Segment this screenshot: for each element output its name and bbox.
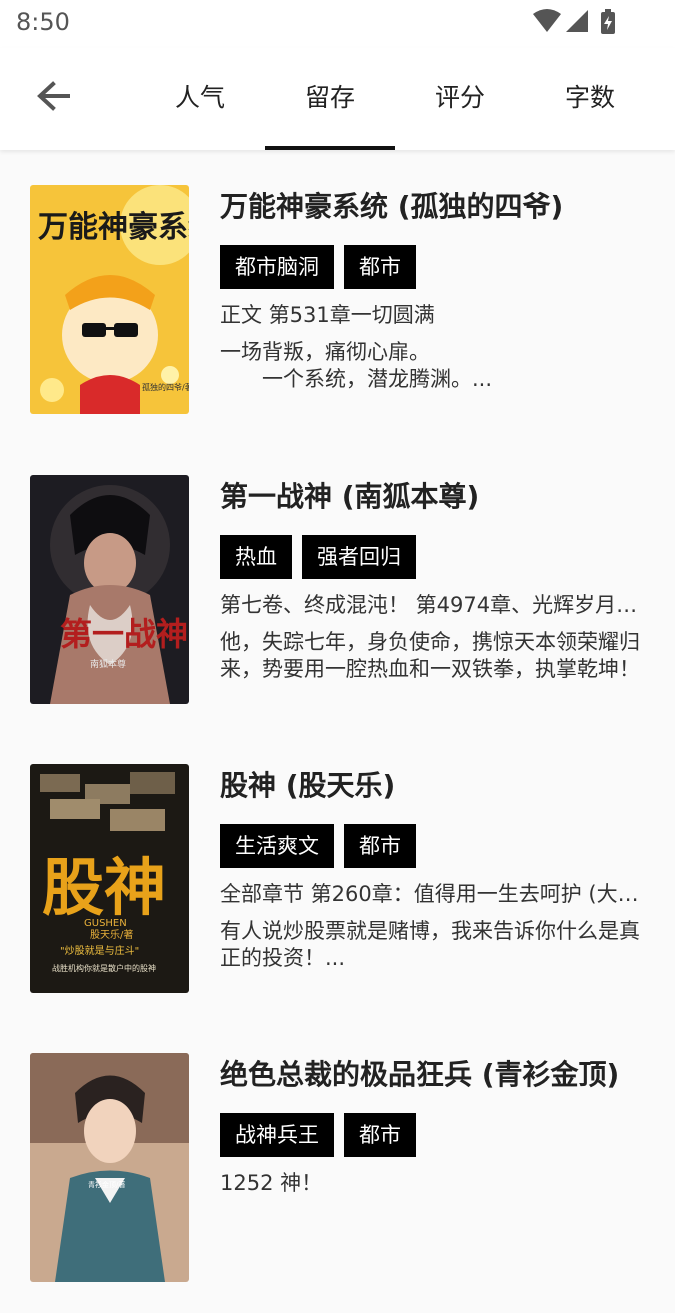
signal-icon xyxy=(566,10,588,32)
book-tag[interactable]: 生活爽文 xyxy=(220,824,334,868)
cover-slogan-art: "炒股就是与庄斗" xyxy=(60,944,139,957)
status-icons xyxy=(533,8,623,38)
book-description: 有人说炒股票就是赌博，我来告诉你什么是真正的投资！... xyxy=(220,919,640,970)
book-list-item[interactable]: 万能神豪系统 孤独的四爷/著 万能神豪系统 (孤独的四爷) 都市脑洞都市 正文 … xyxy=(0,185,675,445)
book-info: 第一战神 (南狐本尊) 热血 强者回归 第七卷、终成混沌！ 第4974章、光辉岁月… xyxy=(220,475,645,683)
book-title: 绝色总裁的极品狂兵 (青衫金顶) xyxy=(220,1058,620,1091)
cover-title-art: 第一战神 xyxy=(60,615,188,653)
book-description: 他，失踪七年，身负使命，携惊天本领荣耀归来，势要用一腔热血和一双铁拳，执掌乾坤！ xyxy=(220,630,640,681)
book-tags: 都市脑洞 都市 xyxy=(220,245,645,289)
book-info: 万能神豪系统 (孤独的四爷) 都市脑洞 都市 正文 第531章一切圆满 一场背叛，… xyxy=(220,185,645,393)
cover-author-art: 南狐本尊 xyxy=(90,658,126,670)
book-list-item[interactable]: 第一战神 南狐本尊 第一战神 (南狐本尊) 热血 强者回归 第七卷、终成混沌！ 第… xyxy=(0,475,675,735)
book-tag[interactable]: 都市 xyxy=(344,1113,416,1157)
book-tags: 战神兵王 都市 xyxy=(220,1113,645,1157)
tab-retention[interactable]: 留存 xyxy=(265,48,395,150)
book-info: 股神 (股天乐) 生活爽文 都市 全部章节 第260章：值得用一生去呵护 (大结局… xyxy=(220,764,645,972)
cover-title-art: 股神 xyxy=(42,851,166,924)
book-title: 万能神豪系统 (孤独的四爷) xyxy=(220,190,564,223)
wifi-icon xyxy=(533,9,561,32)
latest-chapter: 1252 神！ xyxy=(220,1171,323,1195)
book-tag[interactable]: 热血 xyxy=(220,535,292,579)
back-button[interactable] xyxy=(28,70,80,122)
book-list-item[interactable]: 青衫金顶/著 绝色总裁的极品狂兵 (青衫金顶) 战神兵王 都市 1252 神！ xyxy=(0,1053,675,1313)
app-bar: 人气 留存 评分 字数 xyxy=(0,48,675,150)
book-cover[interactable]: 青衫金顶/著 xyxy=(30,1053,189,1282)
cover-author-art: 青衫金顶/著 xyxy=(88,1180,125,1189)
book-title: 股神 (股天乐) xyxy=(220,769,396,802)
book-tag[interactable]: 都市 xyxy=(344,824,416,868)
cover-tagline-art: 战胜机构你就是散户中的股神 xyxy=(52,963,156,973)
latest-chapter: 第七卷、终成混沌！ 第4974章、光辉岁月（大结局） xyxy=(220,593,645,617)
tab-word-count[interactable]: 字数 xyxy=(525,48,655,150)
cover-author-art: 孤独的四爷/著 xyxy=(142,382,189,392)
cover-title-art: 万能神豪系统 xyxy=(38,210,189,245)
book-tags: 生活爽文 都市 xyxy=(220,824,645,868)
battery-icon xyxy=(601,9,615,34)
cover-subtitle-art: GUSHEN xyxy=(84,918,127,929)
status-bar: 8:50 xyxy=(0,0,675,48)
book-info: 绝色总裁的极品狂兵 (青衫金顶) 战神兵王 都市 1252 神！ xyxy=(220,1053,645,1199)
book-tag[interactable]: 都市 xyxy=(344,245,416,289)
book-title: 第一战神 (南狐本尊) xyxy=(220,480,480,513)
tab-rating[interactable]: 评分 xyxy=(395,48,525,150)
tab-popularity[interactable]: 人气 xyxy=(135,48,265,150)
book-cover[interactable]: 第一战神 南狐本尊 xyxy=(30,475,189,704)
book-cover[interactable]: 万能神豪系统 孤独的四爷/著 xyxy=(30,185,189,414)
latest-chapter: 正文 第531章一切圆满 xyxy=(220,303,435,327)
book-description: 一场背叛，痛彻心扉。 一个系统，潜龙腾渊。... xyxy=(220,340,493,391)
book-tags: 热血 强者回归 xyxy=(220,535,645,579)
book-list-item[interactable]: 股神 GUSHEN 股天乐/著 "炒股就是与庄斗" 战胜机构你就是散户中的股神 … xyxy=(0,764,675,1024)
book-tag[interactable]: 都市脑洞 xyxy=(220,245,334,289)
book-tag[interactable]: 战神兵王 xyxy=(220,1113,334,1157)
book-cover[interactable]: 股神 GUSHEN 股天乐/著 "炒股就是与庄斗" 战胜机构你就是散户中的股神 xyxy=(30,764,189,993)
latest-chapter: 全部章节 第260章：值得用一生去呵护 (大结局) xyxy=(220,882,645,906)
book-tag[interactable]: 强者回归 xyxy=(302,535,416,579)
status-time: 8:50 xyxy=(16,8,70,36)
cover-author-art: 股天乐/著 xyxy=(90,928,133,941)
arrow-back-icon xyxy=(37,81,70,111)
